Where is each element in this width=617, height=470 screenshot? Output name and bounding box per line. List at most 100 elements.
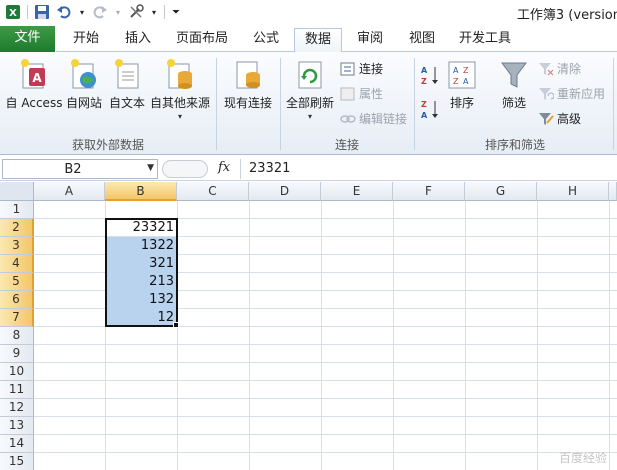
gridline [321,201,322,470]
title-bar: X ▾ ▾ ▾ ⏷ 工作簿3 (version [0,0,617,24]
svg-text:A: A [453,66,459,75]
advanced-filter-button[interactable]: 高级 [538,110,581,127]
row-header-14[interactable]: 14 [0,435,34,453]
redo-dropdown-icon[interactable]: ▾ [114,4,122,20]
group-label-connections: 连接 [334,138,359,152]
edit-links-button[interactable]: 编辑链接 [340,110,407,127]
row-header-10[interactable]: 10 [0,363,34,381]
chevron-down-icon[interactable]: ▼ [147,163,154,173]
reapply-button[interactable]: 重新应用 [538,85,605,102]
tab-formulas[interactable]: 公式 [244,28,288,52]
quick-access-toolbar: X ▾ ▾ ▾ ⏷ [0,0,184,24]
customize-qat-icon[interactable]: ⏷ [171,4,181,20]
gridline [609,201,610,470]
redo-icon[interactable] [92,4,108,20]
worksheet-grid[interactable]: A B C D E F G H 1 2 3 4 5 6 7 8 9 10 11 … [0,182,617,470]
row-header-5[interactable]: 5 [0,273,34,291]
row-header-11[interactable]: 11 [0,381,34,399]
existing-connections-button[interactable]: 现有连接 [220,56,276,111]
column-header-d[interactable]: D [249,182,321,201]
row-header-7[interactable]: 7 [0,309,34,327]
column-header-c[interactable]: C [177,182,249,201]
filter-button[interactable]: 筛选 [494,56,534,111]
sort-button[interactable]: AZZA 排序 [444,56,480,111]
tab-developer[interactable]: 开发工具 [452,28,518,52]
gridline [249,201,250,470]
row-header-4[interactable]: 4 [0,255,34,273]
tab-view[interactable]: 视图 [400,28,444,52]
tab-page-layout[interactable]: 页面布局 [170,28,234,52]
connections-icon [340,61,356,77]
fill-handle[interactable] [173,322,179,328]
column-header-a[interactable]: A [34,182,105,201]
name-box[interactable]: B2 ▼ [2,159,158,179]
column-header-f[interactable]: F [393,182,465,201]
tab-home[interactable]: 开始 [64,28,108,52]
properties-button[interactable]: 属性 [340,85,383,102]
row-header-15[interactable]: 15 [0,453,34,470]
column-header-i[interactable] [609,182,617,201]
row-header-2[interactable]: 2 [0,219,34,237]
access-icon: A [18,56,50,90]
tools-dropdown-icon[interactable]: ▾ [150,4,158,20]
qat-separator [164,5,165,19]
svg-text:Z: Z [463,66,469,75]
group-separator [216,58,217,150]
chain-link-icon [340,111,356,127]
tools-icon[interactable] [128,4,144,20]
row-header-13[interactable]: 13 [0,417,34,435]
tab-review[interactable]: 审阅 [348,28,392,52]
row-header-12[interactable]: 12 [0,399,34,417]
group-label-external-data: 获取外部数据 [71,138,144,152]
save-icon[interactable] [34,4,50,20]
svg-text:A: A [421,111,428,120]
gridline [34,452,617,453]
connections-button[interactable]: 连接 [340,60,383,77]
window-title: 工作簿3 (version [516,8,617,23]
undo-dropdown-icon[interactable]: ▾ [78,4,86,20]
from-access-button[interactable]: A 自 Access [4,56,64,111]
gridline [537,201,538,470]
group-separator [280,58,281,150]
from-web-button[interactable]: 自网站 [62,56,106,111]
svg-text:X: X [9,8,17,19]
clear-filter-icon [538,61,554,77]
row-header-3[interactable]: 3 [0,237,34,255]
gridline [34,434,617,435]
clear-filter-button[interactable]: 清除 [538,60,581,77]
column-header-e[interactable]: E [321,182,393,201]
row-header-8[interactable]: 8 [0,327,34,345]
tab-insert[interactable]: 插入 [116,28,160,52]
svg-text:Z: Z [421,100,427,109]
gridline [34,380,617,381]
svg-text:A: A [421,66,428,75]
undo-icon[interactable] [56,4,72,20]
tab-data[interactable]: 数据 [294,28,342,53]
gridline [465,201,466,470]
column-header-b[interactable]: B [105,182,177,201]
selection-range-border [105,218,178,327]
excel-logo-icon[interactable]: X [5,4,21,20]
gridline [34,344,617,345]
select-all-corner[interactable] [0,182,34,201]
row-header-6[interactable]: 6 [0,291,34,309]
properties-icon [340,86,356,102]
from-other-sources-button[interactable]: 自其他来源 ▾ [148,56,212,121]
tab-file[interactable]: 文件 [0,26,56,52]
column-header-g[interactable]: G [465,182,537,201]
refresh-all-button[interactable]: 全部刷新 ▾ [284,56,336,121]
group-separator [414,58,415,150]
sort-ascending-button[interactable]: AZ [420,64,443,86]
from-text-button[interactable]: 自文本 [106,56,148,111]
formula-bar-splitter[interactable] [162,160,208,178]
svg-text:Z: Z [453,77,459,86]
sort-dialog-icon: AZZA [446,56,478,90]
formula-input[interactable]: 23321 [240,159,617,179]
svg-text:A: A [32,71,42,85]
gridline [34,362,617,363]
row-header-9[interactable]: 9 [0,345,34,363]
sort-descending-button[interactable]: ZA [420,98,443,120]
column-header-h[interactable]: H [537,182,609,201]
insert-function-icon[interactable]: fx [218,160,230,175]
row-header-1[interactable]: 1 [0,201,34,219]
